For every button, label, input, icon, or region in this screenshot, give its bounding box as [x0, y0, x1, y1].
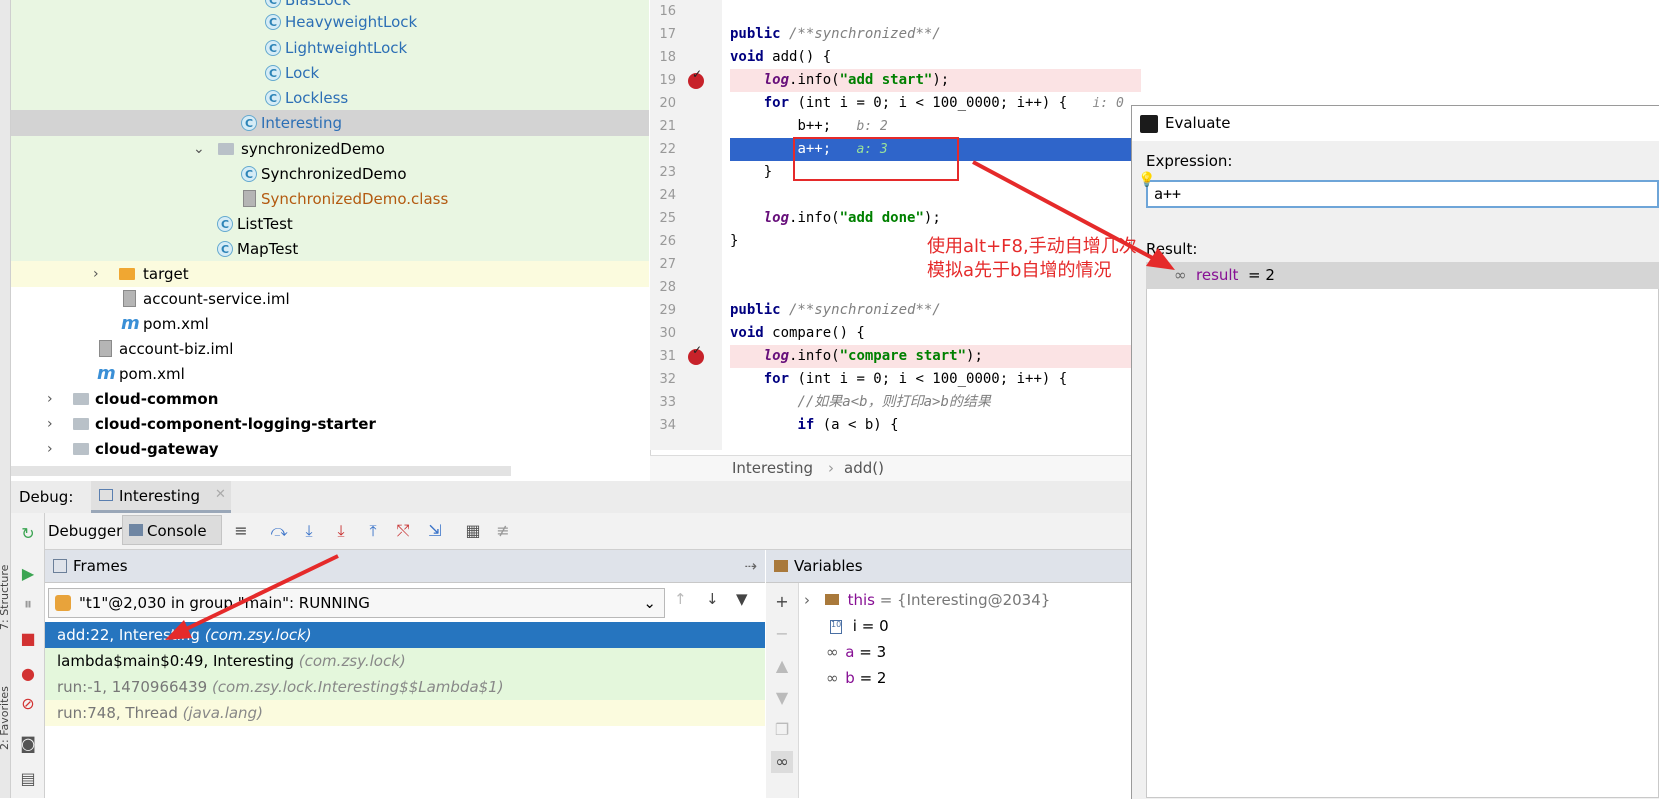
annotation-arrows — [165, 160, 1175, 640]
arrowhead-icon — [165, 620, 192, 640]
annotation-arrow — [179, 554, 339, 634]
annotation-arrow — [972, 160, 1161, 264]
